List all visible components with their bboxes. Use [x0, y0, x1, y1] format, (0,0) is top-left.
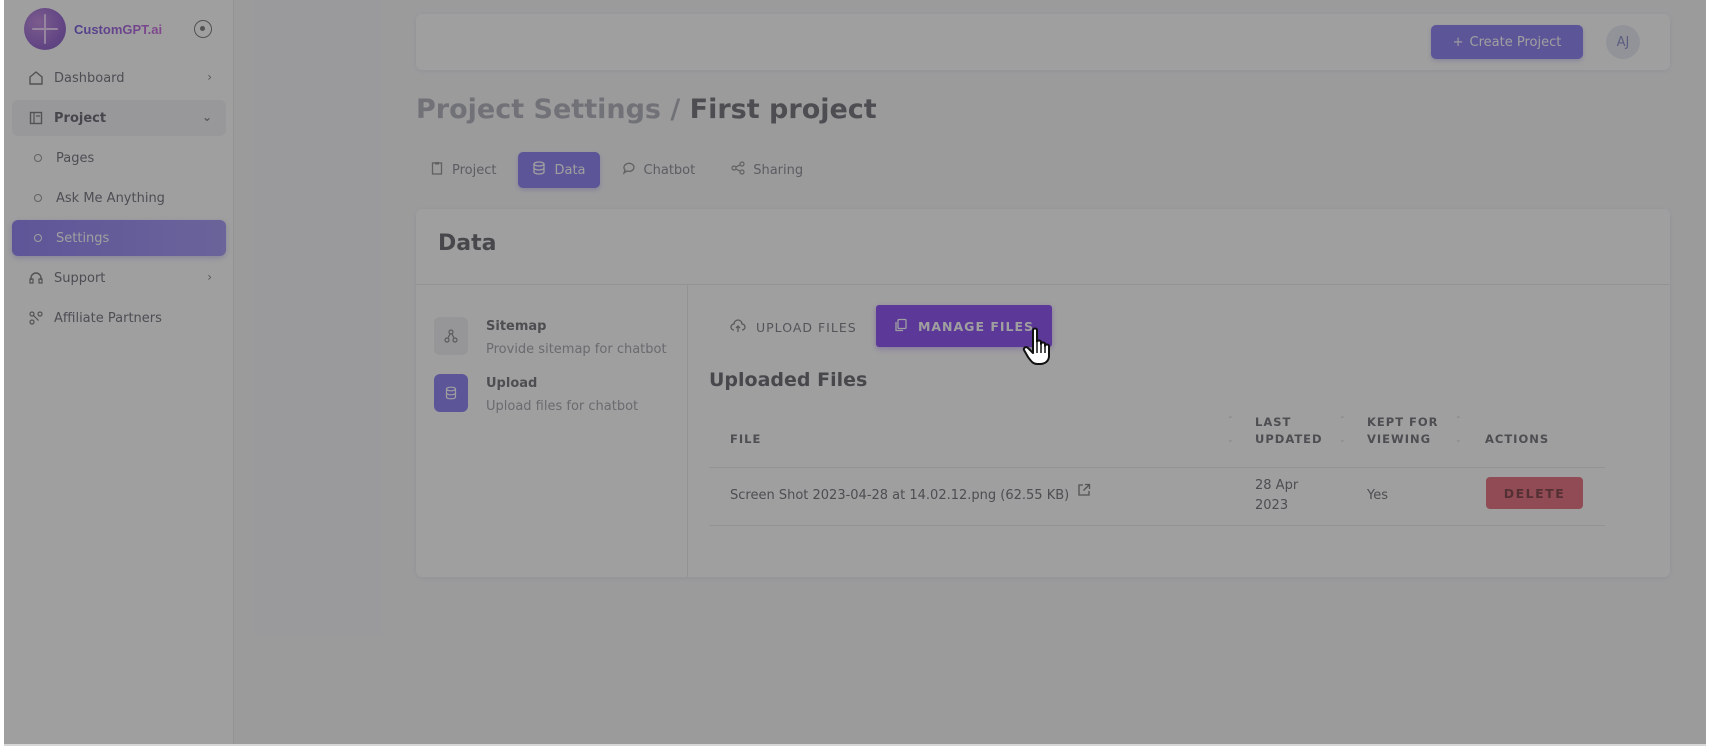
column-header-line: VIEWING [1367, 432, 1432, 446]
top-bar: + Create Project AJ [416, 14, 1670, 70]
window-bottom-edge [4, 744, 1706, 746]
chat-icon [622, 161, 636, 179]
plus-icon: + [1452, 34, 1464, 50]
uploaded-files-title: Uploaded Files [709, 369, 868, 391]
upload-files-tab[interactable]: UPLOAD FILES [716, 307, 871, 347]
database-icon [532, 161, 546, 179]
uploaded-files-table: FILE ⌃ ⌄ LAST UPDATED ⌃ ⌄ KEPT FOR VIEWING… [709, 412, 1605, 526]
copy-files-icon [894, 318, 908, 335]
source-title: Upload [486, 376, 538, 391]
sort-icon[interactable]: ⌃ ⌄ [1339, 410, 1346, 450]
column-header-kept-for-viewing[interactable]: KEPT FOR VIEWING [1367, 414, 1439, 448]
tab-chatbot[interactable]: Chatbot [608, 152, 710, 188]
column-header-last-updated[interactable]: LAST UPDATED [1255, 414, 1323, 448]
partners-icon [28, 310, 44, 326]
manage-files-label: MANAGE FILES [917, 318, 1035, 334]
source-description: Upload files for chatbot [486, 399, 639, 414]
hand-pointer-cursor-icon [1022, 326, 1058, 366]
sitemap-icon [434, 317, 468, 355]
sort-icon[interactable]: ⌃ ⌄ [1227, 410, 1234, 450]
chevron-right-icon: › [207, 270, 212, 284]
divider [416, 284, 1670, 285]
sidebar-subitem-label: Settings [56, 230, 110, 246]
clipboard-icon [430, 161, 444, 179]
upload-db-icon [434, 374, 468, 412]
tab-label: Project [452, 162, 497, 178]
tab-label: Sharing [753, 162, 804, 178]
source-upload[interactable]: Upload Upload files for chatbot [434, 374, 638, 414]
column-header-line: UPDATED [1255, 432, 1323, 446]
external-link-icon[interactable] [1077, 483, 1091, 504]
date-line: 28 Apr [1255, 478, 1299, 493]
share-icon [731, 161, 745, 179]
sidebar-item-support[interactable]: Support › [12, 260, 226, 296]
sidebar-subitem-label: Ask Me Anything [56, 190, 165, 206]
column-header-line: KEPT FOR [1367, 415, 1439, 429]
sidebar-subitem-label: Pages [56, 150, 95, 166]
settings-tabs: Project Data Chatbot Sharing [416, 152, 817, 188]
create-project-button[interactable]: + Create Project [1431, 25, 1583, 59]
sort-icon[interactable]: ⌃ ⌄ [1455, 410, 1462, 450]
tab-data[interactable]: Data [518, 152, 600, 188]
data-card: Data Sitemap Provide sitemap for chatbot… [416, 209, 1670, 577]
chevron-down-icon: ⌄ [201, 110, 212, 124]
headset-icon [28, 270, 44, 286]
upload-files-label: UPLOAD FILES [756, 319, 857, 335]
file-name[interactable]: Screen Shot 2023-04-28 at 14.02.12.png (… [730, 486, 1069, 506]
create-project-label: Create Project [1469, 34, 1562, 50]
tab-label: Chatbot [643, 162, 696, 178]
sidebar-item-affiliate-partners[interactable]: Affiliate Partners [12, 300, 226, 336]
brand[interactable]: CustomGPT.ai [24, 8, 162, 50]
app-window: CustomGPT.ai Dashboard › Project ⌄ Pages [4, 0, 1706, 744]
source-description: Provide sitemap for chatbot [486, 342, 667, 357]
chevron-right-icon: › [207, 70, 212, 84]
breadcrumb-parent: Project Settings / [416, 94, 681, 125]
sidebar-item-project[interactable]: Project ⌄ [12, 100, 226, 136]
sidebar-subitem-settings[interactable]: Settings [12, 220, 226, 256]
tab-project[interactable]: Project [416, 152, 510, 188]
sidebar-subitem-ask-me-anything[interactable]: Ask Me Anything [12, 180, 226, 216]
circle-icon [34, 234, 42, 242]
project-icon [28, 110, 44, 126]
column-header-actions: ACTIONS [1485, 432, 1550, 446]
sidebar-collapse-icon[interactable] [194, 20, 212, 38]
brand-name: CustomGPT.ai [74, 21, 163, 37]
table-header: FILE ⌃ ⌄ LAST UPDATED ⌃ ⌄ KEPT FOR VIEWING… [709, 412, 1605, 468]
tab-sharing[interactable]: Sharing [717, 152, 817, 188]
sidebar-subitem-pages[interactable]: Pages [12, 140, 226, 176]
sidebar-item-label: Affiliate Partners [54, 310, 162, 326]
avatar[interactable]: AJ [1606, 25, 1640, 59]
sidebar-item-label: Project [54, 110, 107, 126]
home-icon [28, 70, 44, 86]
last-updated-cell: 28 Apr 2023 [1255, 476, 1298, 516]
source-sitemap[interactable]: Sitemap Provide sitemap for chatbot [434, 317, 667, 357]
source-title: Sitemap [486, 319, 547, 334]
column-header-file: FILE [730, 432, 762, 446]
circle-icon [34, 154, 42, 162]
circle-icon [34, 194, 42, 202]
divider [687, 285, 688, 577]
sidebar-nav: Dashboard › Project ⌄ Pages Ask Me Anyth… [12, 60, 226, 340]
breadcrumb-current: First project [689, 94, 877, 125]
sidebar-item-label: Dashboard [54, 70, 125, 86]
tab-label: Data [554, 162, 586, 178]
brain-logo-icon [24, 8, 66, 50]
sidebar-item-dashboard[interactable]: Dashboard › [12, 60, 226, 96]
delete-button[interactable]: DELETE [1486, 477, 1583, 509]
sidebar: CustomGPT.ai Dashboard › Project ⌄ Pages [4, 0, 234, 744]
table-row: Screen Shot 2023-04-28 at 14.02.12.png (… [709, 468, 1605, 526]
date-line: 2023 [1255, 498, 1289, 513]
cloud-upload-icon [730, 318, 746, 336]
card-title: Data [438, 231, 497, 256]
kept-for-viewing-cell: Yes [1367, 488, 1388, 503]
sidebar-item-label: Support [54, 270, 106, 286]
column-header-line: LAST [1255, 415, 1292, 429]
page-title: Project Settings / First project [416, 94, 877, 125]
